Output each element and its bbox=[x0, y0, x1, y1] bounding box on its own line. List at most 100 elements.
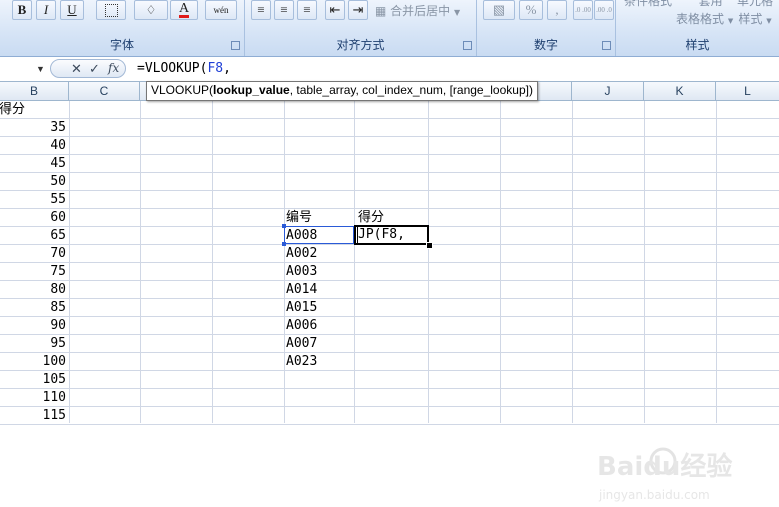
worksheet-grid[interactable]: 得分 35 40 45 50 55 60 65 70 75 80 85 90 95 100 105 110 11… bbox=[0, 101, 779, 502]
decrease-indent-icon: ⇤ bbox=[329, 2, 341, 17]
align-right-button[interactable]: ≡ bbox=[297, 0, 317, 20]
font-group-title: 字体 bbox=[109, 38, 134, 52]
check-icon[interactable]: ✓ bbox=[89, 61, 100, 77]
align-center-icon: ≡ bbox=[280, 2, 288, 17]
cell-f-value[interactable]: A006 bbox=[286, 317, 317, 335]
watermark-url: jingyan.baidu.com bbox=[598, 488, 710, 502]
cell-f-value[interactable]: A007 bbox=[286, 335, 317, 353]
grid-row-line bbox=[0, 406, 779, 407]
conditional-format-button[interactable]: 条件格式 bbox=[624, 0, 672, 9]
fill-color-button[interactable]: ♢ bbox=[134, 0, 168, 20]
grid-row-line bbox=[0, 172, 779, 173]
cell-b-value[interactable]: 105 bbox=[2, 371, 66, 389]
grid-row-line bbox=[0, 262, 779, 263]
table-format-button[interactable]: 套用 表格格式 ▼ bbox=[676, 0, 733, 27]
formula-prefix: =VLOOKUP( bbox=[137, 61, 208, 76]
table-format-text: 表格格式 bbox=[676, 12, 725, 26]
borders-button[interactable] bbox=[96, 0, 126, 20]
grid-row-line bbox=[0, 334, 779, 335]
comma-button[interactable]: , bbox=[547, 0, 567, 20]
active-cell[interactable] bbox=[354, 225, 429, 245]
cell-b-value[interactable]: 90 bbox=[2, 317, 66, 335]
column-header-l[interactable]: L bbox=[716, 82, 779, 100]
cell-b-value[interactable]: 40 bbox=[2, 137, 66, 155]
cell-b-value[interactable]: 75 bbox=[2, 263, 66, 281]
formula-bar: ▼ ✕ ✓ fx =VLOOKUP(F8, bbox=[0, 57, 779, 82]
cell-style-text: 样式 bbox=[738, 12, 763, 26]
font-dialog-launcher[interactable] bbox=[231, 41, 240, 50]
grid-row-line bbox=[0, 352, 779, 353]
alignment-group: ≡ ≡ ≡ ⇤ ⇥ ▦ 合并后居中 ▼ 对齐方式 bbox=[245, 0, 477, 56]
cell-b-value[interactable]: 45 bbox=[2, 155, 66, 173]
merge-center-button[interactable]: ▦ 合并后居中 ▼ bbox=[375, 2, 460, 19]
close-icon[interactable]: ✕ bbox=[71, 61, 82, 77]
cell-b-header[interactable]: 得分 bbox=[0, 101, 25, 119]
increase-indent-button[interactable]: ⇥ bbox=[348, 0, 368, 20]
cell-b-value[interactable]: 80 bbox=[2, 281, 66, 299]
currency-button[interactable]: ▧ bbox=[483, 0, 515, 20]
cell-b-value[interactable]: 110 bbox=[2, 389, 66, 407]
column-header-b[interactable]: B bbox=[0, 82, 69, 100]
table-format-top-label: 套用 bbox=[698, 0, 723, 8]
percent-button[interactable]: % bbox=[519, 0, 543, 20]
paint-bucket-icon: ♢ bbox=[145, 2, 157, 17]
cell-b-value[interactable]: 70 bbox=[2, 245, 66, 263]
decrease-decimal-button[interactable]: .00 .0 bbox=[594, 0, 614, 20]
grid-row-line bbox=[0, 136, 779, 137]
column-header-j[interactable]: J bbox=[572, 82, 644, 100]
fill-handle[interactable] bbox=[426, 242, 433, 249]
cell-f-header[interactable]: 编号 bbox=[286, 209, 312, 227]
cell-f-value[interactable]: A015 bbox=[286, 299, 317, 317]
grid-row-line bbox=[0, 316, 779, 317]
cell-b-value[interactable]: 35 bbox=[2, 119, 66, 137]
baidu-jingyan-watermark: Baidu经验 jingyan.baidu.com bbox=[597, 447, 732, 502]
cell-style-button[interactable]: 单元格 样式 ▼ bbox=[737, 0, 773, 27]
align-center-button[interactable]: ≡ bbox=[274, 0, 294, 20]
grid-row-line bbox=[0, 190, 779, 191]
bold-button[interactable]: B bbox=[12, 0, 32, 20]
grid-row-line bbox=[0, 118, 779, 119]
italic-button[interactable]: I bbox=[36, 0, 56, 20]
cell-b-value[interactable]: 100 bbox=[2, 353, 66, 371]
grid-row-line bbox=[0, 424, 779, 425]
tooltip-function[interactable]: VLOOKUP( bbox=[151, 83, 213, 97]
cell-b-value[interactable]: 50 bbox=[2, 173, 66, 191]
cell-f-value[interactable]: A023 bbox=[286, 353, 317, 371]
align-left-button[interactable]: ≡ bbox=[251, 0, 271, 20]
phonetic-button[interactable]: wén bbox=[205, 0, 237, 20]
reference-handle[interactable] bbox=[282, 224, 286, 228]
cell-b-value[interactable]: 65 bbox=[2, 227, 66, 245]
alignment-dialog-launcher[interactable] bbox=[463, 41, 472, 50]
styles-group: 条件格式 套用 表格格式 ▼ 单元格 样式 ▼ 样式 bbox=[616, 0, 779, 56]
chevron-down-icon: ▼ bbox=[766, 17, 772, 25]
reference-handle[interactable] bbox=[282, 242, 286, 246]
cell-style-top-label: 单元格 bbox=[737, 0, 774, 8]
decrease-indent-button[interactable]: ⇤ bbox=[325, 0, 345, 20]
currency-icon: ▧ bbox=[492, 2, 506, 17]
ribbon: B I U ♢ A wén 字体 ≡ ≡ ≡ ⇤ ⇥ ▦ 合并后居中 ▼ 对齐方… bbox=[0, 0, 779, 57]
font-color-button[interactable]: A bbox=[170, 0, 198, 20]
cell-f-value[interactable]: A014 bbox=[286, 281, 317, 299]
styles-group-title: 样式 bbox=[685, 38, 710, 52]
cell-f-value[interactable]: A002 bbox=[286, 245, 317, 263]
number-dialog-launcher[interactable] bbox=[602, 41, 611, 50]
underline-button[interactable]: U bbox=[60, 0, 84, 20]
align-left-icon: ≡ bbox=[257, 2, 265, 17]
column-header-c[interactable]: C bbox=[69, 82, 140, 100]
column-header-k[interactable]: K bbox=[644, 82, 716, 100]
cell-f-value[interactable]: A003 bbox=[286, 263, 317, 281]
tooltip-rest-args: , table_array, col_index_num, [range_loo… bbox=[289, 83, 533, 97]
name-box-dropdown-icon[interactable]: ▼ bbox=[36, 64, 45, 74]
cell-b-value[interactable]: 55 bbox=[2, 191, 66, 209]
cell-b-value[interactable]: 95 bbox=[2, 335, 66, 353]
formula-input[interactable]: =VLOOKUP(F8, bbox=[137, 61, 231, 76]
cell-b-value[interactable]: 60 bbox=[2, 209, 66, 227]
cell-b-value[interactable]: 115 bbox=[2, 407, 66, 425]
cell-b-value[interactable]: 85 bbox=[2, 299, 66, 317]
tooltip-current-arg[interactable]: lookup_value bbox=[213, 83, 290, 97]
table-format-label: 表格格式 ▼ bbox=[676, 10, 733, 27]
formula-reference: F8 bbox=[207, 61, 224, 76]
text-cursor bbox=[357, 227, 358, 243]
insert-function-icon[interactable]: fx bbox=[108, 61, 119, 75]
increase-decimal-button[interactable]: .0 .00 bbox=[573, 0, 593, 20]
